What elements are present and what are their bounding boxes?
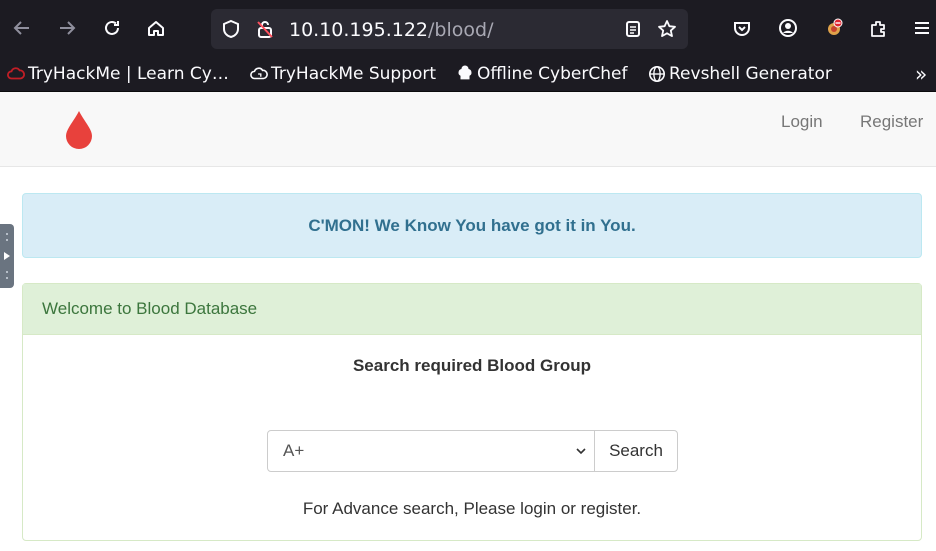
search-title: Search required Blood Group xyxy=(352,356,592,375)
menu-icon[interactable] xyxy=(906,12,936,44)
star-icon[interactable] xyxy=(657,19,677,39)
home-icon[interactable] xyxy=(140,12,172,44)
forward-icon[interactable] xyxy=(51,12,83,44)
url-path: /blood/ xyxy=(428,19,494,41)
extensions-icon[interactable] xyxy=(862,12,894,44)
info-alert: C'MON! We Know You have got it in You. xyxy=(22,193,922,258)
bookmark-label: TryHackMe | Learn Cy… xyxy=(28,64,229,84)
bookmark-label: Offline CyberChef xyxy=(477,64,628,84)
advance-search-text: For Advance search, Please login or regi… xyxy=(302,499,642,518)
tryhackme-cloud-icon xyxy=(6,65,25,83)
url-bar[interactable]: 10.10.195.122/blood/ xyxy=(211,9,688,49)
login-link[interactable]: Login xyxy=(781,112,823,132)
selected-blood-group: A+ xyxy=(283,441,305,460)
support-cloud-icon xyxy=(249,65,268,83)
site-navbar: Login Register xyxy=(0,92,936,167)
bookmark-tryhackme[interactable]: TryHackMe | Learn Cy… xyxy=(6,62,229,86)
pocket-icon[interactable] xyxy=(726,12,758,44)
bookmark-offline-cyberchef[interactable]: Offline CyberChef xyxy=(455,62,627,86)
bookmark-label: TryHackMe Support xyxy=(271,64,437,84)
back-icon[interactable] xyxy=(6,12,38,44)
reload-icon[interactable] xyxy=(96,12,128,44)
search-button[interactable]: Search xyxy=(594,430,678,472)
bookmark-label: Revshell Generator xyxy=(669,64,832,84)
chevron-down-icon xyxy=(576,448,586,455)
browser-toolbar: 10.10.195.122/blood/ xyxy=(0,0,936,56)
chef-hat-icon xyxy=(455,65,473,83)
blood-group-select[interactable]: A+ xyxy=(267,430,595,472)
bookmark-revshell-generator[interactable]: Revshell Generator xyxy=(647,62,832,86)
side-panel-toggle[interactable] xyxy=(0,224,14,288)
bookmark-tryhackme-support[interactable]: TryHackMe Support xyxy=(249,62,436,86)
insecure-lock-icon[interactable] xyxy=(255,19,275,39)
globe-icon xyxy=(647,65,666,83)
url-text: 10.10.195.122/blood/ xyxy=(289,19,493,41)
shield-icon[interactable] xyxy=(221,19,241,39)
register-link[interactable]: Register xyxy=(860,112,923,132)
url-host: 10.10.195.122 xyxy=(289,19,429,41)
side-tab-arrow-icon xyxy=(4,233,10,279)
extension-icon[interactable] xyxy=(818,12,850,44)
account-icon[interactable] xyxy=(772,12,804,44)
bookmarks-overflow-button[interactable]: » xyxy=(915,62,927,86)
bookmarks-toolbar: TryHackMe | Learn Cy… TryHackMe Support … xyxy=(0,56,936,92)
web-page: Login Register C'MON! We Know You have g… xyxy=(0,92,936,551)
panel-heading: Welcome to Blood Database xyxy=(23,284,921,335)
blood-drop-logo-icon[interactable] xyxy=(64,109,94,149)
blood-database-panel: Welcome to Blood Database Search require… xyxy=(22,283,922,541)
reader-icon[interactable] xyxy=(623,19,643,39)
